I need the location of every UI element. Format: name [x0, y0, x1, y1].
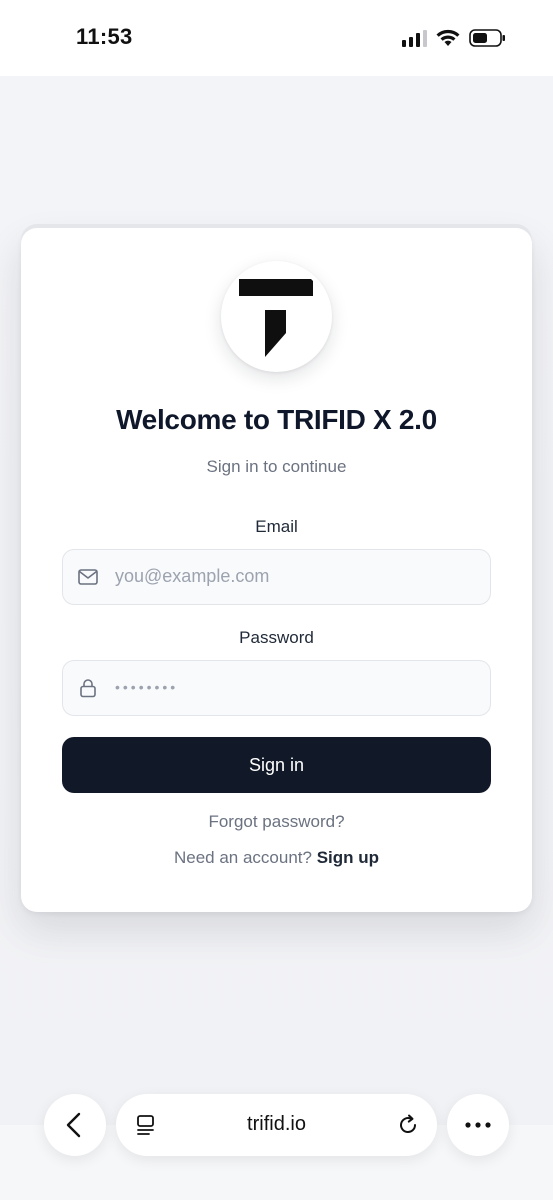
back-button[interactable] [44, 1094, 106, 1156]
status-icons [402, 26, 507, 50]
wifi-icon [436, 29, 460, 46]
email-label: Email [255, 517, 298, 536]
url-text: trifid.io [247, 1113, 306, 1135]
forgot-password-link[interactable]: Forgot password? [21, 812, 532, 832]
email-field[interactable]: you@example.com [62, 549, 491, 605]
page-title: Welcome to TRIFID X 2.0 [116, 404, 437, 435]
sign-up-link[interactable]: Sign up [317, 848, 379, 867]
cellular-signal-icon [402, 29, 427, 47]
mail-icon [78, 569, 98, 585]
email-placeholder: you@example.com [115, 566, 270, 586]
status-bar: 11:53 [0, 0, 553, 76]
sign-in-button[interactable]: Sign in [62, 737, 491, 793]
password-value: •••••••• [115, 679, 179, 695]
page-subtitle: Sign in to continue [206, 457, 347, 476]
address-bar[interactable]: trifid.io [116, 1094, 437, 1156]
more-icon [465, 1122, 491, 1128]
battery-icon [469, 29, 505, 47]
status-time: 11:53 [76, 24, 133, 49]
chevron-left-icon [66, 1112, 81, 1138]
lock-icon [80, 679, 96, 698]
password-field[interactable]: •••••••• [62, 660, 491, 716]
logo-badge [221, 261, 332, 372]
reload-icon[interactable] [396, 1113, 420, 1137]
trifid-logo-icon [239, 279, 313, 357]
login-card: Welcome to TRIFID X 2.0 Sign in to conti… [21, 228, 532, 912]
more-button[interactable] [447, 1094, 509, 1156]
signup-row: Need an account? Sign up [21, 848, 532, 868]
password-label: Password [239, 628, 314, 647]
signup-prompt: Need an account? [173, 848, 312, 867]
